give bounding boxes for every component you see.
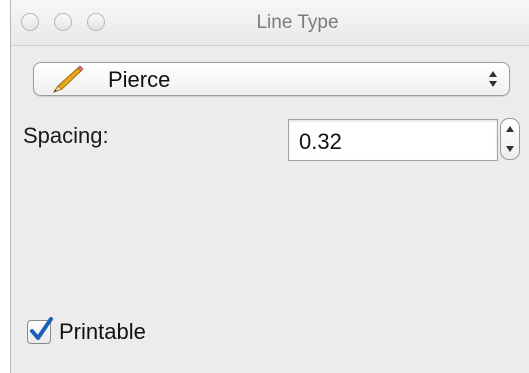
checkmark-icon: [30, 317, 53, 340]
arrow-down-icon: [506, 146, 514, 152]
spacing-input[interactable]: 0.32: [288, 119, 498, 161]
title-bar[interactable]: Line Type: [11, 0, 529, 46]
pencil-icon: [52, 65, 84, 94]
line-type-selected-label: Pierce: [108, 67, 171, 92]
window-title: Line Type: [256, 12, 339, 33]
spacing-stepper[interactable]: [500, 118, 520, 160]
printable-label[interactable]: Printable: [59, 319, 146, 345]
line-type-popup-button[interactable]: Pierce: [33, 62, 510, 96]
stepper-decrement-button[interactable]: [501, 139, 519, 159]
arrow-up-icon: [506, 126, 514, 132]
spacing-label: Spacing:: [23, 123, 109, 148]
stepper-increment-button[interactable]: [501, 119, 519, 139]
up-down-arrows-icon: [489, 71, 497, 87]
line-type-window: Line Type Pierce Spacing: 0.32 Printable: [10, 0, 529, 373]
printable-checkbox[interactable]: [27, 317, 53, 344]
